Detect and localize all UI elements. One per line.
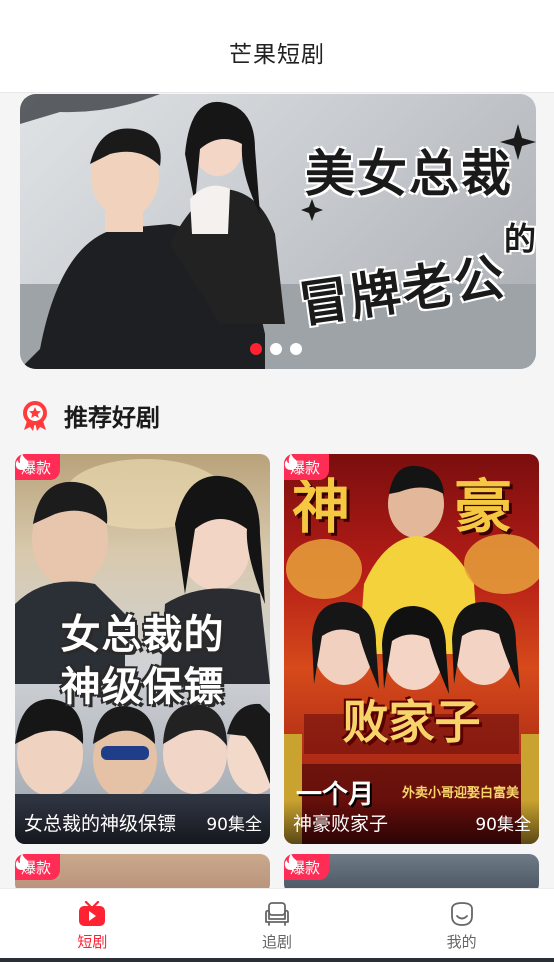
header: 芒果短剧	[0, 0, 554, 93]
bottom-tab-bar: 短剧 追剧 我的	[0, 888, 554, 962]
drama-title: 女总裁的神级保镖	[24, 812, 177, 835]
drama-card[interactable]: 女总裁的 神级保镖 爆款 女总裁的神级保镖 90集全	[15, 454, 270, 844]
hot-badge: 爆款	[284, 854, 330, 880]
carousel-dot-3[interactable]	[290, 343, 302, 355]
carousel-dot-1[interactable]	[250, 343, 262, 355]
play-tv-icon	[79, 901, 106, 926]
drama-card[interactable]: 神 豪 败家子 一个月 外卖小哥迎娶白富美 爆款 神豪败家子 90集全	[284, 454, 539, 844]
fire-icon	[284, 854, 298, 870]
banner-title-line-1: 美女总裁	[305, 145, 513, 203]
section-title: 推荐好剧	[64, 404, 160, 432]
page-title: 芒果短剧	[229, 42, 325, 68]
tab-profile[interactable]: 我的	[369, 889, 554, 962]
hot-badge: 爆款	[284, 454, 330, 480]
sofa-tv-icon	[265, 902, 289, 926]
card-footer: 女总裁的神级保镖 90集全	[15, 800, 270, 844]
tab-following[interactable]: 追剧	[185, 889, 370, 962]
tab-label: 短剧	[77, 933, 108, 951]
episode-count: 90集全	[206, 814, 262, 835]
app-root: 芒果短剧 美女总裁 的 冒牌老公 推荐好剧 女总裁的 神级保镖 爆款 女总裁的神…	[0, 0, 554, 962]
poster-char-hao: 豪	[454, 473, 513, 541]
drama-title: 神豪败家子	[293, 812, 389, 835]
section-header: 推荐好剧	[20, 398, 160, 433]
banner-title-de: 的	[504, 220, 536, 258]
poster-title-line-2: 神级保镖	[60, 664, 225, 710]
poster-title-line-1: 女总裁的	[60, 612, 225, 658]
award-ribbon-icon	[23, 400, 47, 431]
system-nav-bar	[0, 958, 554, 962]
tab-label: 追剧	[262, 933, 293, 951]
carousel-dots	[250, 343, 302, 355]
banner-carousel[interactable]: 美女总裁 的 冒牌老公	[20, 94, 536, 369]
carousel-dot-2[interactable]	[270, 343, 282, 355]
hot-badge: 爆款	[15, 454, 61, 480]
card-footer: 神豪败家子 90集全	[284, 800, 539, 844]
profile-face-icon	[450, 902, 473, 926]
tab-label: 我的	[446, 933, 477, 951]
poster-subtitle: 外卖小哥迎娶白富美	[402, 786, 520, 801]
episode-count: 90集全	[475, 814, 531, 835]
tab-short-drama[interactable]: 短剧	[0, 889, 185, 962]
fire-icon	[284, 454, 298, 470]
fire-icon	[15, 454, 29, 470]
poster-title: 败家子	[342, 695, 481, 749]
fire-icon	[15, 854, 29, 870]
hot-badge: 爆款	[15, 854, 61, 880]
